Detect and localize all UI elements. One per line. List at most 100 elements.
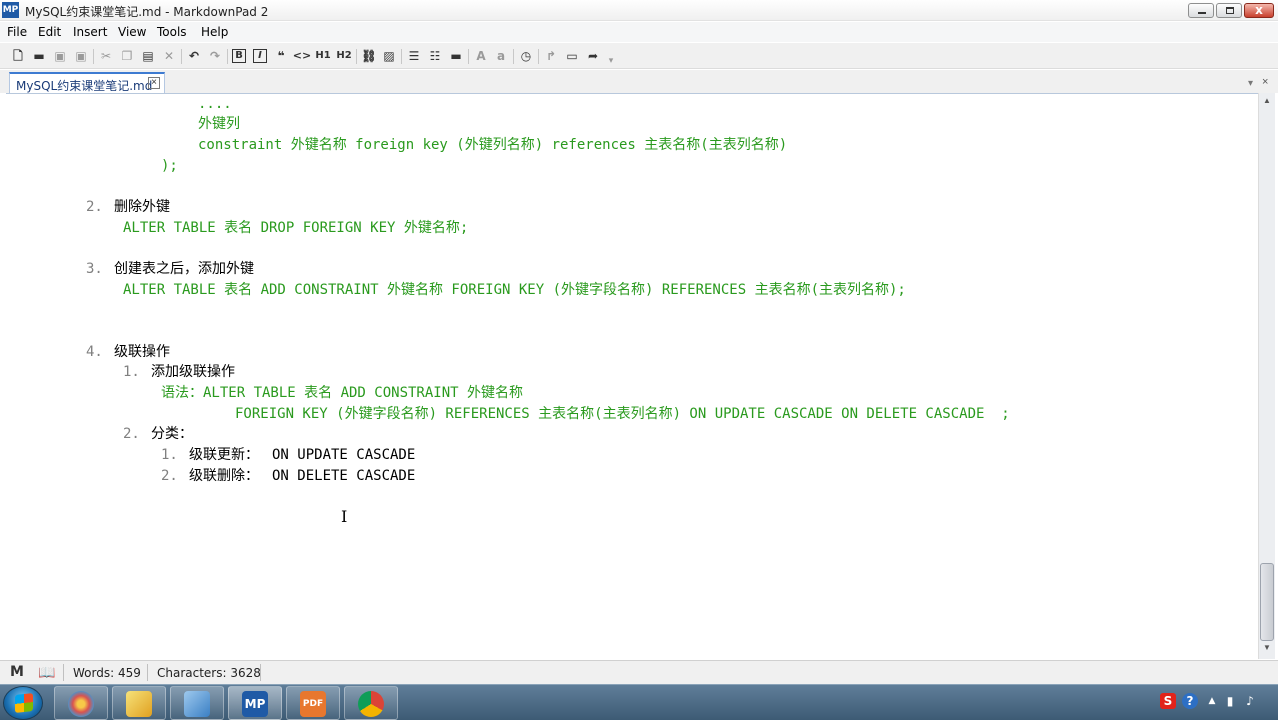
editor-line: 级联更新： — [189, 447, 259, 463]
markdown-mode-icon[interactable]: M — [10, 664, 24, 680]
editor-line: ON DELETE CASCADE — [272, 468, 416, 484]
save-icon[interactable]: ▣ — [52, 48, 68, 64]
maximize-button[interactable] — [1216, 3, 1242, 18]
menu-help[interactable]: Help — [201, 25, 228, 39]
editor-line: constraint 外键名称 foreign key (外键列名称) refe… — [198, 137, 788, 153]
taskbar-app-pen[interactable] — [112, 686, 166, 720]
paste-icon[interactable]: ▤ — [140, 48, 156, 64]
list-marker: 3. — [86, 261, 103, 277]
editor-line: .... — [198, 96, 232, 112]
blockquote-icon[interactable]: ❝ — [273, 48, 289, 64]
editor-line: 添加级联操作 — [151, 364, 235, 380]
character-count: Characters: 3628 — [157, 666, 261, 680]
editor-line: FOREIGN KEY (外键字段名称) REFERENCES 主表名称(主表列… — [235, 406, 1010, 422]
bulleted-list-icon[interactable]: ☰ — [406, 48, 422, 64]
taskbar-app-chrome[interactable] — [344, 686, 398, 720]
scroll-down-icon[interactable]: ▼ — [1261, 643, 1273, 655]
markdown-editor[interactable]: .... 外键列 constraint 外键名称 foreign key (外键… — [6, 93, 1258, 659]
scroll-up-icon[interactable]: ▲ — [1261, 96, 1273, 108]
list-marker: 1. — [123, 364, 140, 380]
timestamp-icon[interactable]: ◷ — [518, 48, 534, 64]
numbered-list-icon[interactable]: ☷ — [427, 48, 443, 64]
heading1-icon[interactable]: H1 — [314, 48, 332, 64]
status-separator — [260, 664, 261, 681]
menu-bar: File Edit Insert View Tools Help — [0, 22, 1278, 42]
copy-icon[interactable]: ❐ — [119, 48, 135, 64]
preview-icon[interactable]: ▭ — [564, 48, 580, 64]
chrome-icon — [358, 691, 384, 717]
close-icon: x — [1255, 3, 1263, 17]
taskbar-app-colorful[interactable] — [54, 686, 108, 720]
cut-icon[interactable]: ✂ — [98, 48, 114, 64]
editor-line: ALTER TABLE 表名 DROP FOREIGN KEY 外键名称; — [123, 220, 469, 236]
scrollbar-thumb[interactable] — [1260, 563, 1274, 641]
toolbar-separator — [538, 49, 539, 64]
delete-icon[interactable]: ✕ — [161, 48, 177, 64]
undo-icon[interactable]: ↶ — [186, 48, 202, 64]
toolbar-overflow-icon[interactable]: ▾ — [603, 53, 619, 69]
toolbar-separator — [513, 49, 514, 64]
tab-label: MySQL约束课堂笔记.md — [16, 79, 153, 93]
editor-line: 语法：ALTER TABLE 表名 ADD CONSTRAINT 外键名称 — [161, 385, 524, 401]
open-folder-icon[interactable]: ▬ — [31, 48, 47, 64]
tray-overflow-icon[interactable]: ▲ — [1204, 693, 1220, 709]
link-icon[interactable]: ⛓ — [361, 48, 377, 64]
bold-icon[interactable]: B — [232, 49, 246, 63]
vertical-scrollbar[interactable]: ▲ ▼ — [1258, 93, 1275, 659]
menu-file[interactable]: File — [7, 25, 27, 39]
toolbar-separator — [356, 49, 357, 64]
status-separator — [147, 664, 148, 681]
publish-icon[interactable]: ➦ — [585, 48, 601, 64]
title-bar: MP MySQL约束课堂笔记.md - MarkdownPad 2 x — [0, 0, 1278, 21]
pane-close-icon[interactable]: × — [1262, 76, 1268, 88]
menu-view[interactable]: View — [118, 25, 146, 39]
markdownpad-app-icon[interactable]: MP — [2, 2, 19, 18]
toolbar-separator — [93, 49, 94, 64]
export-icon[interactable]: ↱ — [543, 48, 559, 64]
markdownpad-taskbar-icon: MP — [242, 691, 268, 717]
horizontal-rule-icon[interactable]: ▬ — [448, 48, 464, 64]
window-title: MySQL约束课堂笔记.md - MarkdownPad 2 — [25, 5, 269, 19]
image-icon[interactable]: ▨ — [381, 48, 397, 64]
save-all-icon[interactable]: ▣ — [73, 48, 89, 64]
minimize-button[interactable] — [1188, 3, 1214, 18]
italic-icon[interactable]: I — [253, 49, 267, 63]
list-marker: 4. — [86, 344, 103, 360]
redo-icon[interactable]: ↷ — [207, 48, 223, 64]
toolbar-separator — [181, 49, 182, 64]
editor-line: 分类： — [151, 426, 193, 442]
tab-close-icon[interactable]: × — [148, 77, 160, 89]
book-icon[interactable]: 📖 — [38, 664, 55, 681]
taskbar-app-dolphin[interactable] — [170, 686, 224, 720]
tab-document[interactable]: MySQL约束课堂笔记.md × — [9, 72, 165, 93]
new-document-icon[interactable]: 🗋 — [10, 48, 26, 64]
network-icon[interactable]: ▮ — [1222, 693, 1238, 709]
editor-line: 删除外键 — [114, 199, 170, 215]
text-cursor-icon: I — [341, 507, 348, 526]
taskbar-app-markdownpad[interactable]: MP — [228, 686, 282, 720]
tab-list-dropdown-icon[interactable]: ▾ — [1248, 78, 1253, 89]
restore-icon — [1226, 7, 1234, 14]
start-button[interactable] — [3, 686, 43, 720]
menu-tools[interactable]: Tools — [157, 25, 187, 39]
font-smaller-icon[interactable]: a — [493, 48, 509, 64]
list-marker: 2. — [161, 468, 178, 484]
font-larger-icon[interactable]: A — [473, 48, 489, 64]
sogou-ime-icon[interactable]: S — [1160, 693, 1176, 709]
toolbar-separator — [227, 49, 228, 64]
list-marker: 2. — [123, 426, 140, 442]
pen-app-icon — [126, 691, 152, 717]
toolbar-separator — [401, 49, 402, 64]
help-icon[interactable]: ? — [1182, 693, 1198, 709]
volume-icon[interactable]: ♪ — [1242, 693, 1258, 709]
taskbar-app-pdf[interactable]: PDF — [286, 686, 340, 720]
windows-logo-icon — [15, 693, 33, 713]
menu-edit[interactable]: Edit — [38, 25, 61, 39]
close-window-button[interactable]: x — [1244, 3, 1274, 18]
heading2-icon[interactable]: H2 — [335, 48, 353, 64]
menu-insert[interactable]: Insert — [73, 25, 107, 39]
word-count: Words: 459 — [73, 666, 141, 680]
system-tray: S ? ▲ ▮ ♪ — [1156, 689, 1276, 717]
tab-strip: MySQL约束课堂笔记.md × ▾ × — [0, 70, 1278, 93]
code-icon[interactable]: <> — [292, 48, 312, 64]
